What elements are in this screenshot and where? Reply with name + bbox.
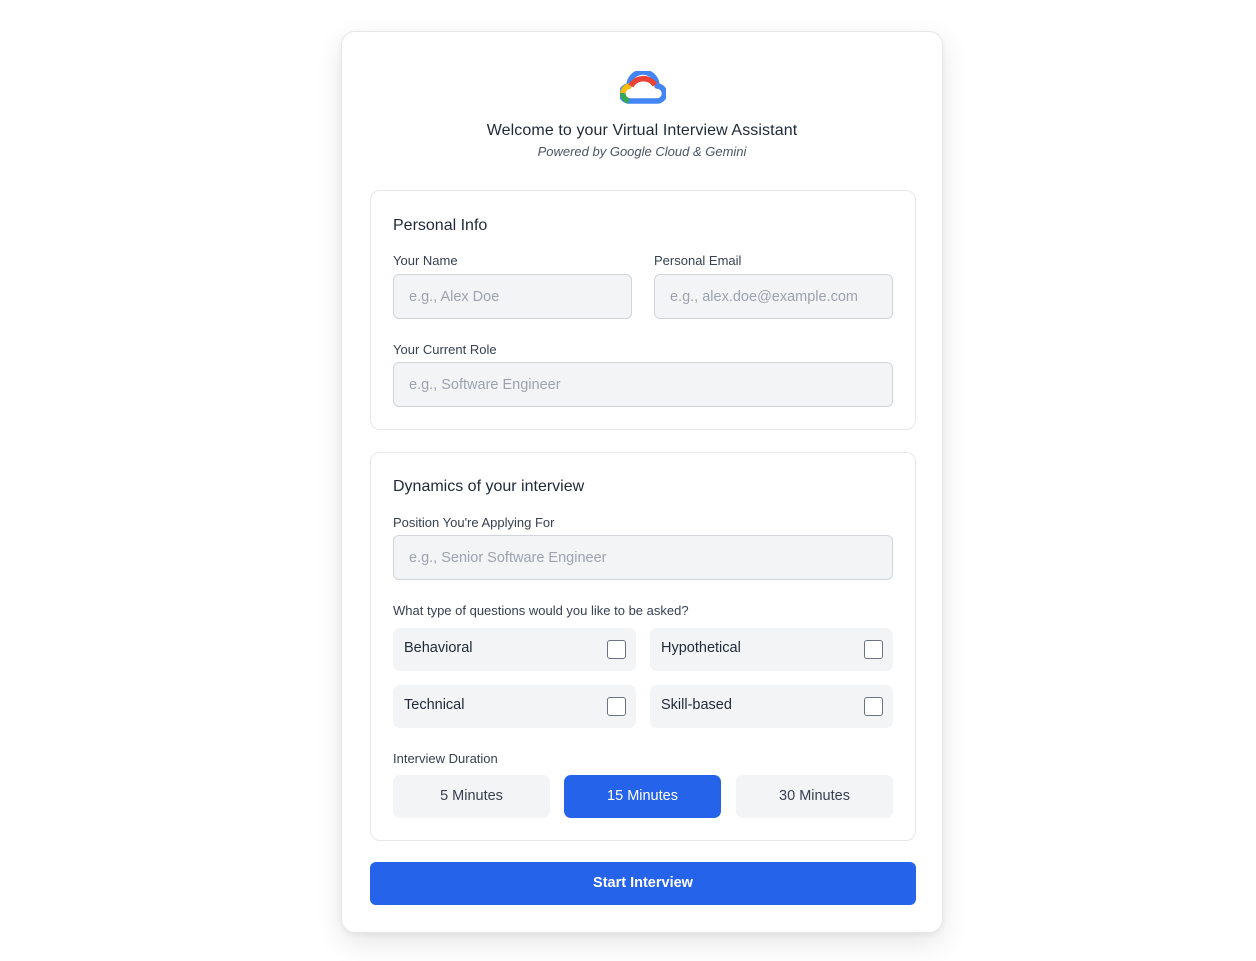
position-input[interactable] xyxy=(393,535,893,580)
personal-info-title: Personal Info xyxy=(393,217,488,234)
interview-dynamics-section: Dynamics of your interview Position You'… xyxy=(370,452,916,841)
checkbox[interactable] xyxy=(864,697,883,716)
personal-info-section: Personal Info Your Name Personal Email Y… xyxy=(370,190,916,430)
question-type-technical[interactable]: Technical xyxy=(393,685,636,728)
position-label: Position You're Applying For xyxy=(393,515,555,530)
question-type-label: Hypothetical xyxy=(661,640,741,656)
interview-setup-card: Welcome to your Virtual Interview Assist… xyxy=(341,31,943,933)
checkbox[interactable] xyxy=(607,640,626,659)
question-type-label: Technical xyxy=(404,697,465,713)
question-types-label: What type of questions would you like to… xyxy=(393,603,689,618)
email-input[interactable] xyxy=(654,274,893,319)
role-label: Your Current Role xyxy=(393,342,497,357)
name-label: Your Name xyxy=(393,253,458,268)
duration-label: Interview Duration xyxy=(393,751,498,766)
checkbox[interactable] xyxy=(864,640,883,659)
dynamics-title: Dynamics of your interview xyxy=(393,478,585,495)
checkbox[interactable] xyxy=(607,697,626,716)
duration-15-minutes-button[interactable]: 15 Minutes xyxy=(564,775,721,818)
duration-30-minutes-button[interactable]: 30 Minutes xyxy=(736,775,893,818)
question-type-behavioral[interactable]: Behavioral xyxy=(393,628,636,671)
role-input[interactable] xyxy=(393,362,893,407)
question-type-label: Behavioral xyxy=(404,640,473,656)
email-label: Personal Email xyxy=(654,253,742,268)
google-cloud-logo-icon xyxy=(620,71,666,104)
question-type-label: Skill-based xyxy=(661,697,732,713)
duration-5-minutes-button[interactable]: 5 Minutes xyxy=(393,775,550,818)
name-input[interactable] xyxy=(393,274,632,319)
page-title: Welcome to your Virtual Interview Assist… xyxy=(486,122,798,139)
question-type-skill-based[interactable]: Skill-based xyxy=(650,685,893,728)
start-interview-button[interactable]: Start Interview xyxy=(370,862,916,905)
question-type-hypothetical[interactable]: Hypothetical xyxy=(650,628,893,671)
page-subtitle: Powered by Google Cloud & Gemini xyxy=(537,144,747,159)
